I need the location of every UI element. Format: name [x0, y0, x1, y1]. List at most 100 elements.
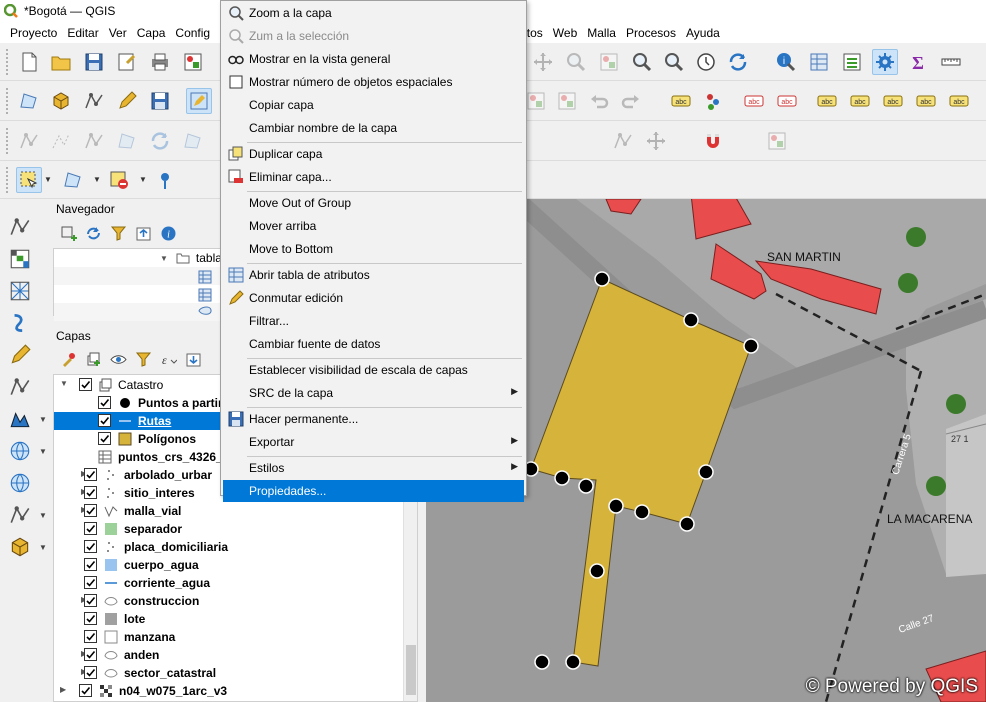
layer-visibility-checkbox[interactable] [84, 522, 97, 535]
layer-visibility-checkbox[interactable] [84, 612, 97, 625]
layer-row-lote[interactable]: lote [54, 610, 417, 628]
snapping-button[interactable] [643, 128, 669, 154]
menu-ayuda[interactable]: Ayuda [681, 26, 725, 40]
open-project-button[interactable] [48, 49, 74, 75]
zoom-last-button[interactable] [629, 49, 655, 75]
layer-visibility-checkbox[interactable] [84, 504, 97, 517]
menu-item-abrir-tabla-de-atributos[interactable]: Abrir tabla de atributos [223, 264, 524, 286]
highlight-label-button[interactable]: abc [774, 88, 800, 114]
layer-visibility-checkbox[interactable] [84, 576, 97, 589]
field-calculator-button[interactable] [839, 49, 865, 75]
pin-label-button[interactable]: abc [741, 88, 767, 114]
menu-item-filtrar[interactable]: Filtrar... [223, 310, 524, 332]
style-brush-icon[interactable] [58, 349, 78, 369]
menu-editar[interactable]: Editar [62, 26, 103, 40]
measure-button[interactable] [938, 49, 964, 75]
menu-item-propiedades[interactable]: Propiedades... [223, 480, 524, 502]
attribute-table-button[interactable] [806, 49, 832, 75]
undo-button[interactable] [586, 88, 612, 114]
filter-legend-icon[interactable] [133, 349, 153, 369]
menu-item-conmutar-edición[interactable]: Conmutar edición [223, 287, 524, 309]
magnet-button[interactable] [700, 128, 726, 154]
toolbar-dropdown-icon[interactable]: ▼ [93, 175, 101, 184]
layer-visibility-checkbox[interactable] [84, 486, 97, 499]
layer-row-manzana[interactable]: manzana [54, 628, 417, 646]
toolbar-grip[interactable] [6, 128, 10, 154]
menu-capa[interactable]: Capa [132, 26, 171, 40]
menu-item-cambiar-nombre-de-la-capa[interactable]: Cambiar nombre de la capa [223, 117, 524, 139]
add-vector-layer-button[interactable] [6, 213, 34, 241]
refresh-button[interactable] [725, 49, 751, 75]
layer-visibility-checkbox[interactable] [98, 432, 111, 445]
add-selected-icon[interactable] [58, 223, 78, 243]
layer-visibility-checkbox[interactable] [98, 414, 111, 427]
layer-row-cuerpo-agua[interactable]: cuerpo_agua [54, 556, 417, 574]
layer-visibility-checkbox[interactable] [84, 558, 97, 571]
select-location-button[interactable] [152, 167, 178, 193]
menu-item-eliminar-capa[interactable]: Eliminar capa... [223, 166, 524, 188]
zoom-next-button[interactable] [661, 49, 687, 75]
save-as-button[interactable] [114, 49, 140, 75]
layer-visibility-checkbox[interactable] [84, 468, 97, 481]
layer-row-malla-vial[interactable]: ▶malla_vial [54, 502, 417, 520]
rotate-label-button[interactable]: abc [880, 88, 906, 114]
expand-arrow-icon[interactable]: ▼ [160, 254, 168, 263]
toolbar-dropdown-icon[interactable]: ▼ [139, 175, 147, 184]
rotate-button[interactable] [147, 128, 173, 154]
menu-procesos[interactable]: Procesos [621, 26, 681, 40]
deselect-button[interactable] [106, 167, 132, 193]
zoom-layer-button[interactable] [563, 49, 589, 75]
expand-all-icon[interactable] [183, 349, 203, 369]
simplify-button[interactable] [180, 128, 206, 154]
add-wms-layer-button[interactable] [6, 405, 34, 433]
menu-item-establecer-visibilidad-de-escala-de-capas[interactable]: Establecer visibilidad de escala de capa… [223, 359, 524, 381]
layer-row-construccion[interactable]: ▶construccion [54, 592, 417, 610]
current-edits-button[interactable] [16, 88, 42, 114]
toolbar-dropdown-icon[interactable]: ▼ [44, 175, 52, 184]
move-label-button[interactable]: abc [814, 88, 840, 114]
save-edits-button[interactable] [147, 88, 173, 114]
layout-manager-button[interactable] [180, 49, 206, 75]
layer-visibility-checkbox[interactable] [79, 684, 92, 697]
add-vector-tile-button[interactable] [6, 501, 34, 529]
menu-item-hacer-permanente[interactable]: Hacer permanente... [223, 408, 524, 430]
collapse-all-icon[interactable] [133, 223, 153, 243]
pan-map-button[interactable] [530, 49, 556, 75]
layer-visibility-checkbox[interactable] [84, 648, 97, 661]
layer-visibility-checkbox[interactable] [84, 594, 97, 607]
redo-button[interactable] [618, 88, 644, 114]
label-button[interactable]: abc [668, 88, 694, 114]
select-features-button[interactable] [16, 167, 42, 193]
select-value-button[interactable] [60, 167, 86, 193]
expand-arrow-icon[interactable]: ▼ [60, 379, 68, 388]
menu-item-zoom-a-la-capa[interactable]: Zoom a la capa [223, 2, 524, 24]
layer-row-placa-domiciliaria[interactable]: placa_domiciliaria [54, 538, 417, 556]
menu-item-zum-a-la-selección[interactable]: Zum a la selección [223, 25, 524, 47]
add-delimited-text-button[interactable] [6, 309, 34, 337]
layer-visibility-checkbox[interactable] [98, 396, 111, 409]
statistics-button[interactable]: Σ [905, 49, 931, 75]
menu-item-mostrar-en-la-vista-general[interactable]: Mostrar en la vista general [223, 48, 524, 70]
reshape-button[interactable] [81, 128, 107, 154]
snap-tolerance-button[interactable] [764, 128, 790, 154]
menu-item-move-to-bottom[interactable]: Move to Bottom [223, 238, 524, 260]
vertex-tool-button[interactable] [81, 88, 107, 114]
add-geopackage-button[interactable] [6, 341, 34, 369]
layer-row-sector-catastral[interactable]: ▶sector_catastral [54, 664, 417, 682]
menu-config[interactable]: Config [170, 26, 215, 40]
zoom-full-button[interactable] [596, 49, 622, 75]
menu-item-mostrar-número-de-objetos-espaciales[interactable]: Mostrar número de objetos espaciales [223, 71, 524, 93]
clipboard-button[interactable] [554, 88, 580, 114]
print-layout-button[interactable] [147, 49, 173, 75]
dropdown-arrow-icon[interactable]: ▼ [39, 447, 47, 456]
menu-ver[interactable]: Ver [104, 26, 132, 40]
menu-item-exportar[interactable]: Exportar ▶ [223, 431, 524, 453]
visibility-eye-icon[interactable] [108, 349, 128, 369]
toolbox-button[interactable] [872, 49, 898, 75]
menu-item-src-de-la-capa[interactable]: SRC de la capa ▶ [223, 382, 524, 404]
trim-button[interactable] [610, 128, 636, 154]
layer-row-separador[interactable]: separador [54, 520, 417, 538]
menu-item-cambiar-fuente-de-datos[interactable]: Cambiar fuente de datos [223, 333, 524, 355]
toolbar-grip[interactable] [6, 88, 10, 114]
layer-visibility-checkbox[interactable] [84, 540, 97, 553]
